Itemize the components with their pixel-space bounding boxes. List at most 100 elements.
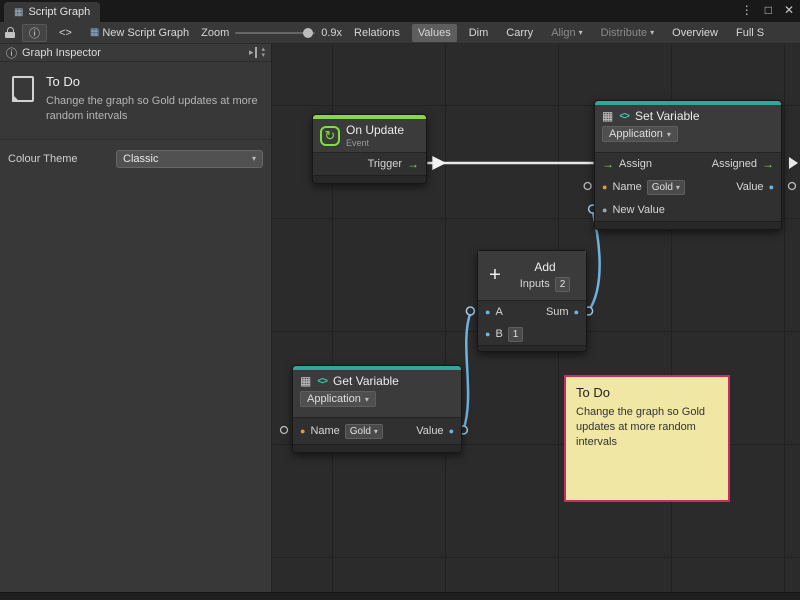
flow-out-port[interactable]: → [407,158,419,170]
string-port[interactable]: ● [300,427,305,436]
scroll-down-icon[interactable]: ▾ [261,53,265,59]
align-dropdown[interactable]: Align ▾ [545,24,588,42]
b-value-field[interactable]: 1 [508,327,524,342]
unconnected-port-circle[interactable] [281,427,288,434]
node-on-update[interactable]: ↻ On Update Event Trigger → [312,114,427,184]
node-footer [595,221,781,229]
inspect-toggle-button[interactable]: ⓘ [22,24,47,42]
colour-theme-row: Colour Theme Classic ▾ [0,140,271,178]
sum-out-port[interactable]: ● [574,308,579,317]
unconnected-port-circle[interactable] [788,183,795,190]
graph-todo-title: To Do [46,74,258,89]
overview-button[interactable]: Overview [666,24,724,42]
string-port[interactable]: ● [602,183,607,192]
value-out-port[interactable]: ● [769,183,774,192]
graph-inspector-panel: ⓘ Graph Inspector ▸ ▴ ▾ To Do Change the… [0,44,272,592]
scope-value: Application [609,128,663,140]
node-footer [313,175,426,183]
chevron-down-icon: ▾ [579,28,583,37]
trigger-port-label: Trigger [368,158,402,170]
window-controls: ⋮ □ ✕ [741,3,794,17]
variable-scope-dropdown[interactable]: Application ▾ [602,126,678,142]
trigger-port-row: Trigger → [313,153,426,175]
node-title: Get Variable [333,374,399,388]
graph-canvas[interactable]: ↻ On Update Event Trigger → [272,44,800,592]
node-subtitle: Event [346,138,404,148]
flow-out-port[interactable]: → [762,158,774,170]
object-port[interactable]: ● [602,206,607,215]
info-icon: ⓘ [29,25,40,41]
colour-theme-value: Classic [123,153,158,165]
assign-port-label: Assign [619,158,652,170]
variable-name-value: Gold [350,426,371,437]
zoom-label: Zoom [201,27,229,39]
unconnected-port-circle[interactable] [584,183,591,190]
code-view-toggle[interactable]: <> [53,24,78,42]
main-area: ⓘ Graph Inspector ▸ ▴ ▾ To Do Change the… [0,44,800,592]
note-icon [12,76,34,102]
align-label: Align [551,27,575,39]
maximize-icon[interactable]: □ [765,3,772,17]
name-port-label: Name [310,425,339,437]
name-value-port-row: ● Name Gold ▾ Value ● [293,418,461,444]
scroll-stepper[interactable]: ▴ ▾ [261,47,265,59]
variable-name-dropdown[interactable]: Gold ▾ [345,424,383,439]
kebab-menu-icon[interactable]: ⋮ [741,3,753,17]
colour-theme-dropdown[interactable]: Classic ▾ [116,150,263,168]
close-icon[interactable]: ✕ [784,3,794,17]
chevron-down-icon: ▾ [650,28,654,37]
port-circle[interactable] [466,307,474,315]
value-port-label: Value [416,425,443,437]
values-toggle[interactable]: Values [412,24,457,42]
lock-icon[interactable] [4,27,16,38]
zoom-slider-handle[interactable] [303,28,313,38]
sum-port-label: Sum [546,306,569,318]
node-footer [478,345,586,351]
add-icon: + [485,264,505,287]
value-port-label: Value [736,181,763,193]
node-set-variable[interactable]: ▦ <> Set Variable Application ▾ → Assign… [594,100,782,230]
b-port-label: B [495,328,502,340]
inputs-label: Inputs [520,278,550,290]
variable-icon: ▦ [602,109,613,123]
b-value: 1 [513,329,519,340]
variable-scope-dropdown[interactable]: Application ▾ [300,391,376,407]
tab-title: Script Graph [28,6,90,18]
flow-in-port[interactable]: → [602,158,614,170]
chevron-down-icon: ▾ [365,395,369,404]
inputs-count-field[interactable]: 2 [555,277,571,292]
chevron-down-icon: ▾ [252,154,256,163]
zoom-control: Zoom 0.9x [201,27,342,39]
graph-asset-icon: ▦ [90,27,99,38]
fullscreen-button[interactable]: Full S [730,24,770,42]
tab-script-graph[interactable]: ▦ Script Graph [4,2,100,22]
carry-toggle[interactable]: Carry [500,24,539,42]
graph-asset-button[interactable]: ▦ New Script Graph [84,24,195,42]
node-get-variable[interactable]: ▦ <> Get Variable Application ▾ ● Name G… [292,365,462,453]
zoom-slider[interactable] [235,32,315,34]
a-in-port[interactable]: ● [485,308,490,317]
wire-getvalue-to-a[interactable] [463,313,470,430]
b-in-port[interactable]: ● [485,330,490,339]
colour-theme-label: Colour Theme [8,153,108,165]
b-port-row: ● B 1 [478,323,586,345]
note-fold [12,94,20,102]
assigned-port-arrow-icon[interactable] [789,157,798,169]
node-add[interactable]: + Add Inputs 2 ● A Su [477,250,587,352]
sticky-note[interactable]: To Do Change the graph so Gold updates a… [564,375,730,502]
unity-script-graph-window: ▦ Script Graph ⋮ □ ✕ ⓘ <> ▦ New Script G… [0,0,800,600]
dock-panel-icon[interactable]: ▸ [249,47,258,58]
lock-body [5,32,15,38]
code-icon: <> [619,111,629,122]
sticky-note-text: Change the graph so Gold updates at more… [576,405,718,450]
relations-toggle[interactable]: Relations [348,24,406,42]
distribute-dropdown[interactable]: Distribute ▾ [595,24,660,42]
sticky-note-title: To Do [576,385,718,400]
value-out-port[interactable]: ● [449,427,454,436]
distribute-label: Distribute [601,27,647,39]
node-title: Add [534,260,555,274]
name-value-port-row: ● Name Gold ▾ Value ● [595,175,781,199]
chevron-down-icon: ▾ [374,427,378,436]
variable-name-dropdown[interactable]: Gold ▾ [647,180,685,195]
dim-toggle[interactable]: Dim [463,24,495,42]
